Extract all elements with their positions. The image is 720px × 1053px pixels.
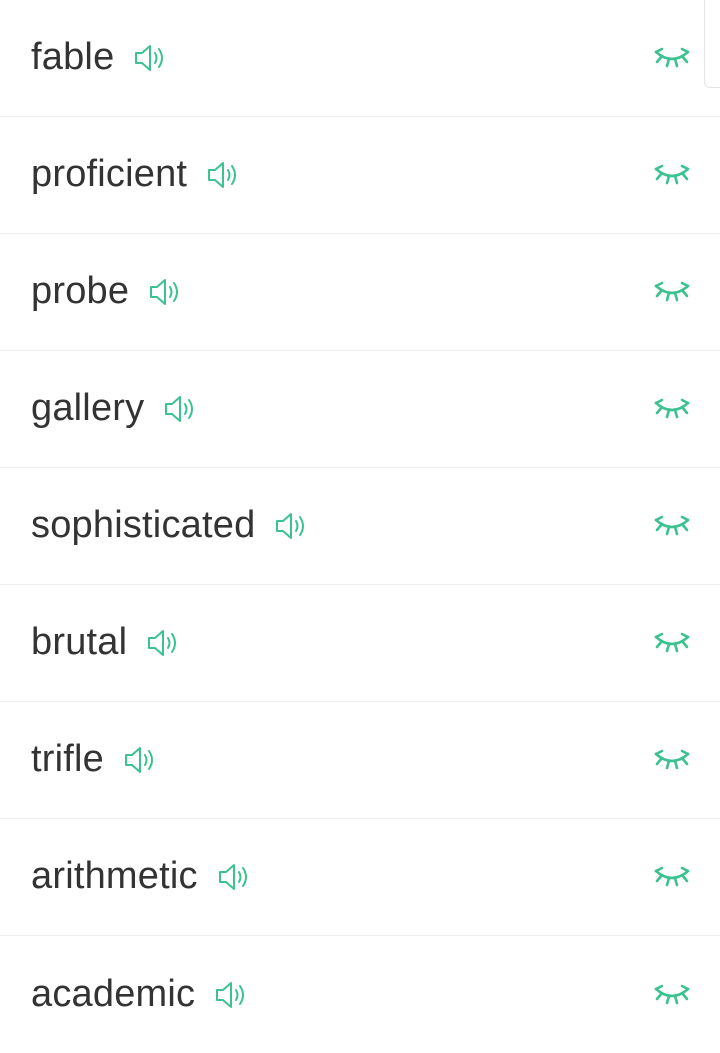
closed-eye-icon[interactable]: [653, 280, 691, 302]
word-label: proficient: [31, 153, 188, 195]
word-label: trifle: [31, 738, 104, 780]
speaker-icon[interactable]: [164, 394, 198, 424]
list-item[interactable]: arithmetic: [0, 819, 720, 936]
word-label: arithmetic: [31, 855, 198, 897]
closed-eye-icon[interactable]: [653, 748, 691, 770]
closed-eye-icon[interactable]: [653, 631, 691, 653]
word-label: probe: [31, 270, 130, 312]
speaker-icon[interactable]: [215, 980, 249, 1010]
list-item[interactable]: sophisticated: [0, 468, 720, 585]
speaker-icon[interactable]: [218, 862, 252, 892]
list-item[interactable]: brutal: [0, 585, 720, 702]
closed-eye-icon[interactable]: [653, 865, 691, 887]
list-item[interactable]: fable: [0, 0, 720, 117]
speaker-icon[interactable]: [124, 745, 158, 775]
speaker-icon[interactable]: [275, 511, 309, 541]
list-item[interactable]: academic: [0, 936, 720, 1053]
speaker-icon[interactable]: [147, 628, 181, 658]
speaker-icon[interactable]: [134, 43, 168, 73]
closed-eye-icon[interactable]: [653, 397, 691, 419]
word-list: fable proficient probe gallery sophistic…: [0, 0, 720, 1053]
word-label: gallery: [31, 387, 145, 429]
list-item[interactable]: probe: [0, 234, 720, 351]
word-label: sophisticated: [31, 504, 256, 546]
speaker-icon[interactable]: [149, 277, 183, 307]
closed-eye-icon[interactable]: [653, 46, 691, 68]
scrollbar-edge[interactable]: [704, 0, 720, 88]
closed-eye-icon[interactable]: [653, 983, 691, 1005]
list-item[interactable]: gallery: [0, 351, 720, 468]
word-label: fable: [31, 36, 115, 78]
word-label: brutal: [31, 621, 128, 663]
list-item[interactable]: trifle: [0, 702, 720, 819]
closed-eye-icon[interactable]: [653, 514, 691, 536]
closed-eye-icon[interactable]: [653, 163, 691, 185]
list-item[interactable]: proficient: [0, 117, 720, 234]
speaker-icon[interactable]: [207, 160, 241, 190]
word-label: academic: [31, 972, 196, 1015]
